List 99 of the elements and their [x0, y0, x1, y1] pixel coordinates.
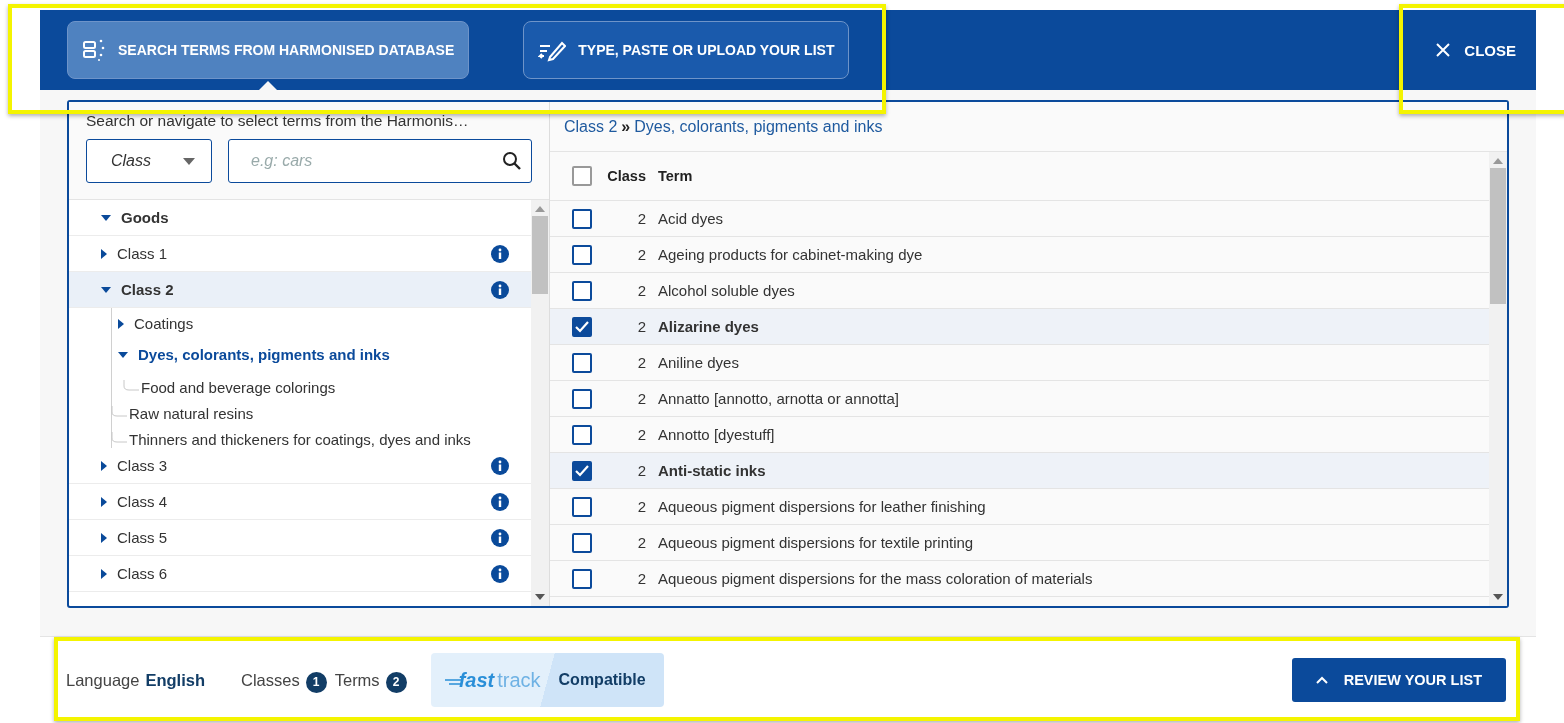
term-cell: Annatto [annotto, arnotta or annotta] [658, 390, 899, 407]
count-badge: 2 [385, 671, 407, 693]
term-cell: Aqueous pigment dispersions for textile printing [658, 534, 974, 551]
tree-connector-icon [123, 380, 139, 392]
row-checkbox[interactable] [572, 460, 592, 481]
count-badge: 1 [305, 671, 327, 693]
info-icon[interactable] [491, 528, 509, 547]
class-cell-text: 2 [636, 390, 646, 407]
caret-down-icon[interactable] [101, 286, 111, 293]
tree-item-label: Class 6 [117, 565, 169, 582]
language-value[interactable]: English [145, 670, 205, 690]
row-checkbox[interactable] [572, 244, 592, 265]
caret-down-icon [183, 157, 195, 165]
tree-row[interactable]: Class 3 [69, 448, 531, 484]
scrollbar-thumb[interactable] [1490, 168, 1506, 304]
info-icon[interactable] [491, 564, 509, 583]
class-cell-text: 2 [636, 246, 646, 263]
caret-right-icon[interactable] [118, 318, 124, 329]
breadcrumb-current: Dyes, colorants, pigments and inks [634, 117, 883, 136]
chevron-up-icon [1315, 676, 1328, 684]
tree-row[interactable]: Class 6 [69, 556, 531, 592]
column-header: Term [658, 168, 693, 184]
caret-down-icon[interactable] [101, 214, 111, 221]
row-checkbox[interactable] [572, 496, 592, 517]
terms-label: Terms [334, 670, 380, 690]
select-all-checkbox[interactable] [572, 166, 592, 186]
scroll-down-icon[interactable] [535, 594, 545, 600]
class-dropdown[interactable]: Class [86, 139, 212, 183]
tree-item-label: Class 1 [117, 245, 169, 262]
column-header: Class [606, 168, 646, 184]
class-cell-text: 2 [636, 498, 646, 515]
scrollbar[interactable] [531, 200, 549, 606]
row-checkbox[interactable] [572, 424, 592, 445]
term-cell: Aniline dyes [658, 354, 739, 371]
breadcrumb-link[interactable]: Class 2 [564, 117, 618, 136]
term-cell: Acid dyes [658, 210, 724, 227]
row-checkbox[interactable] [572, 568, 592, 589]
tree-row[interactable]: Goods [69, 200, 531, 236]
row-checkbox[interactable] [572, 388, 592, 409]
caret-right-icon[interactable] [101, 568, 107, 579]
term-cell: Annotto [dyestuff] [658, 426, 775, 443]
scrollbar[interactable] [1489, 152, 1507, 606]
tree-item[interactable]: Food and beverage colorings [139, 379, 336, 396]
search-field[interactable]: e.g: cars [228, 139, 532, 183]
mode-tab[interactable]: TYPE, PASTE OR UPLOAD YOUR LIST [523, 21, 850, 79]
compatible-status: Compatible [557, 671, 647, 689]
tree-row[interactable]: Class 4 [69, 484, 531, 520]
info-icon[interactable] [491, 492, 509, 511]
tree-item-label: Class 3 [117, 457, 169, 474]
term-cell: Alcohol soluble dyes [658, 282, 795, 299]
class-cell-text: 2 [636, 426, 646, 443]
info-icon[interactable] [491, 456, 509, 475]
review-list-button[interactable]: REVIEW YOUR LIST [1291, 658, 1506, 702]
close-button[interactable]: CLOSE [1428, 33, 1524, 67]
caret-right-icon[interactable] [101, 496, 107, 507]
tree-item-label: Class 2 [121, 281, 175, 298]
row-checkbox[interactable] [572, 532, 592, 553]
row-checkbox[interactable] [572, 280, 592, 301]
caret-right-icon[interactable] [101, 460, 107, 471]
term-cell: Alizarine dyes [658, 318, 759, 335]
tree-item-label: Class 4 [117, 493, 169, 510]
intro-text: Search or navigate to select terms from the Harmonis… [86, 112, 470, 130]
tree-item[interactable]: Raw natural resins [127, 405, 254, 422]
info-icon[interactable] [491, 280, 509, 299]
tree-item-label: Goods [121, 209, 170, 226]
term-cell: Ageing products for cabinet-making dye [658, 246, 923, 263]
caret-right-icon[interactable] [101, 248, 107, 259]
class-cell-text: 2 [636, 210, 646, 227]
close-icon [1436, 43, 1451, 57]
database-icon [82, 38, 106, 62]
row-checkbox[interactable] [572, 208, 592, 229]
term-cell: Anti-static inks [658, 462, 766, 479]
tree-row[interactable]: Class 5 [69, 520, 531, 556]
logo-text: fast [458, 668, 495, 692]
breadcrumb-separator: » [621, 117, 631, 136]
caret-right-icon[interactable] [101, 532, 107, 543]
class-cell-text: 2 [636, 354, 646, 371]
tree-item[interactable]: Thinners and thickeners for coatings, dyes and inks [127, 431, 471, 448]
info-icon[interactable] [491, 244, 509, 263]
classes-label: Classes [241, 670, 300, 690]
tree-row[interactable]: Class 2 [69, 272, 531, 308]
term-cell: Aqueous pigment dispersions for leather finishing [658, 498, 986, 515]
tree-item-label: Dyes, colorants, pigments and inks [138, 346, 391, 363]
tree-item-label: Class 5 [117, 529, 169, 546]
logo-text: track [497, 668, 541, 692]
language-label: Language [66, 670, 140, 690]
caret-down-icon[interactable] [118, 351, 128, 358]
tree-item-label: Coatings [134, 315, 195, 332]
search-icon [502, 151, 522, 171]
row-checkbox[interactable] [572, 316, 592, 337]
class-cell-text: 2 [636, 282, 646, 299]
class-cell-text: 2 [636, 534, 646, 551]
class-cell-text: 2 [636, 462, 646, 479]
term-cell: Aqueous pigment dispersions for the mass coloration of materials [658, 570, 1093, 587]
row-checkbox[interactable] [572, 352, 592, 373]
class-cell-text: 2 [636, 318, 646, 335]
scroll-down-icon[interactable] [1493, 594, 1503, 600]
class-cell-text: 2 [636, 570, 646, 587]
scrollbar-thumb[interactable] [532, 216, 548, 294]
